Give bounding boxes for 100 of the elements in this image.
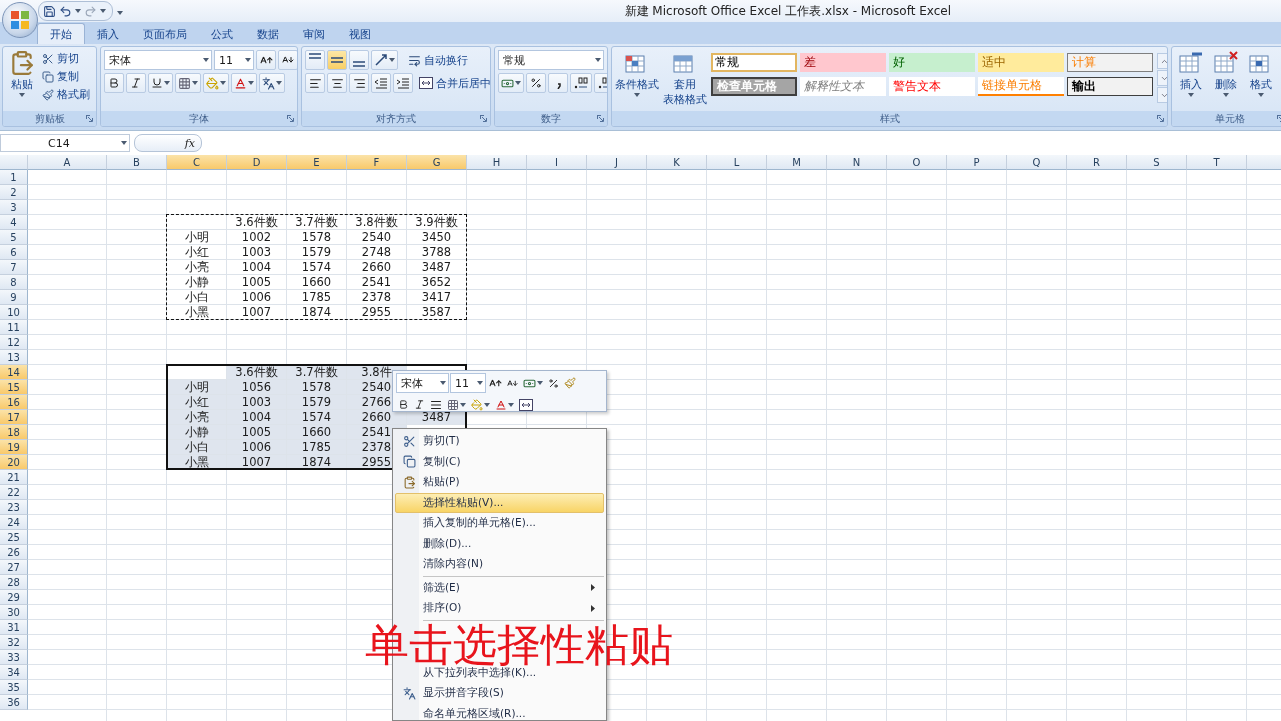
caret-icon[interactable] bbox=[595, 58, 601, 62]
row-header[interactable]: 6 bbox=[0, 245, 28, 260]
grow-font-button[interactable] bbox=[256, 50, 276, 70]
cells-command-button[interactable]: 格式 bbox=[1245, 50, 1276, 111]
more-button[interactable] bbox=[1157, 87, 1167, 103]
row-header[interactable]: 21 bbox=[0, 470, 28, 485]
row-header[interactable]: 34 bbox=[0, 665, 28, 680]
column-header[interactable]: C bbox=[167, 155, 227, 170]
paste-button[interactable]: 粘贴 bbox=[6, 50, 38, 111]
vertical-align-button[interactable] bbox=[349, 50, 369, 70]
ribbon-command[interactable]: 格式刷 bbox=[42, 86, 90, 103]
ribbon-tab[interactable]: 页面布局 bbox=[131, 24, 199, 44]
caret-icon[interactable] bbox=[634, 93, 640, 97]
percent-button[interactable] bbox=[526, 73, 546, 93]
menu-item[interactable]: 选择性粘贴(V)... bbox=[395, 492, 604, 513]
bold-button[interactable] bbox=[104, 73, 124, 93]
row-header[interactable]: 3 bbox=[0, 200, 28, 215]
caret-icon[interactable] bbox=[515, 81, 521, 85]
row-header[interactable]: 16 bbox=[0, 395, 28, 410]
font-size-field[interactable]: 11 bbox=[214, 50, 254, 70]
cells-command-button[interactable]: 删除 bbox=[1210, 50, 1241, 111]
row-header[interactable]: 2 bbox=[0, 185, 28, 200]
decimal-button[interactable] bbox=[570, 73, 592, 93]
font-name-field[interactable]: 宋体 bbox=[396, 373, 449, 393]
ribbon-tab[interactable]: 数据 bbox=[245, 24, 291, 44]
row-header[interactable]: 19 bbox=[0, 440, 28, 455]
cell-style[interactable]: 差 bbox=[800, 53, 886, 72]
row-header[interactable]: 28 bbox=[0, 575, 28, 590]
dialog-launcher-icon[interactable] bbox=[1157, 115, 1164, 122]
phonetic-button[interactable] bbox=[259, 73, 285, 93]
dialog-launcher-icon[interactable] bbox=[480, 115, 487, 122]
caret-icon[interactable] bbox=[508, 402, 514, 407]
fill-color-button[interactable] bbox=[203, 73, 229, 93]
caret-icon[interactable] bbox=[19, 93, 25, 97]
row-header[interactable]: 14 bbox=[0, 365, 28, 380]
menu-item[interactable]: 显示拼音字段(S) bbox=[395, 683, 604, 704]
row-header[interactable]: 36 bbox=[0, 695, 28, 710]
caret-icon[interactable] bbox=[75, 9, 81, 13]
row-header[interactable]: 10 bbox=[0, 305, 28, 320]
column-header[interactable]: H bbox=[467, 155, 527, 170]
caret-icon[interactable] bbox=[477, 381, 483, 385]
name-box[interactable]: C14 bbox=[0, 134, 130, 152]
cells-command-button[interactable]: 插入 bbox=[1175, 50, 1206, 111]
column-header[interactable]: J bbox=[587, 155, 647, 170]
caret-icon[interactable] bbox=[203, 58, 209, 62]
ribbon-tab[interactable]: 插入 bbox=[85, 24, 131, 44]
vertical-align-button[interactable] bbox=[305, 50, 325, 70]
save-icon[interactable] bbox=[43, 4, 56, 18]
ribbon-command[interactable]: 剪切 bbox=[42, 50, 90, 67]
cell-style[interactable]: 输出 bbox=[1067, 77, 1153, 96]
caret-icon[interactable] bbox=[484, 402, 490, 407]
currency-button[interactable] bbox=[498, 73, 524, 93]
font-color-button[interactable] bbox=[231, 73, 257, 93]
number-format-field[interactable]: 常规 bbox=[498, 50, 604, 70]
shrink-font-button[interactable] bbox=[278, 50, 297, 70]
ribbon-tab[interactable]: 开始 bbox=[37, 23, 85, 44]
row-header[interactable]: 31 bbox=[0, 620, 28, 635]
cell-style[interactable]: 常规 bbox=[711, 53, 797, 72]
caret-icon[interactable] bbox=[220, 81, 226, 85]
column-header[interactable]: E bbox=[287, 155, 347, 170]
column-header[interactable]: S bbox=[1127, 155, 1187, 170]
column-header[interactable]: O bbox=[887, 155, 947, 170]
italic-button[interactable] bbox=[126, 73, 146, 93]
cell-style[interactable]: 解释性文本 bbox=[800, 77, 886, 96]
column-header[interactable]: P bbox=[947, 155, 1007, 170]
column-header[interactable]: A bbox=[28, 155, 107, 170]
caret-icon[interactable] bbox=[1187, 93, 1194, 97]
dialog-launcher-icon[interactable] bbox=[287, 115, 294, 122]
menu-item[interactable]: 插入复制的单元格(E)... bbox=[395, 513, 604, 534]
row-header[interactable]: 1 bbox=[0, 170, 28, 185]
dialog-launcher-icon[interactable] bbox=[597, 115, 604, 122]
menu-item[interactable]: 删除(D)... bbox=[395, 533, 604, 554]
caret-icon[interactable] bbox=[537, 381, 543, 385]
menu-item[interactable]: 筛选(E) bbox=[395, 577, 604, 598]
vertical-align-button[interactable] bbox=[327, 50, 347, 70]
row-header[interactable]: 17 bbox=[0, 410, 28, 425]
caret-icon[interactable] bbox=[389, 58, 395, 62]
caret-icon[interactable] bbox=[164, 81, 170, 85]
row-header[interactable]: 18 bbox=[0, 425, 28, 440]
menu-item[interactable]: 排序(O) bbox=[395, 598, 604, 619]
row-header[interactable]: 33 bbox=[0, 650, 28, 665]
row-header[interactable]: 13 bbox=[0, 350, 28, 365]
merge-center-button[interactable]: 合并后居中 bbox=[419, 74, 490, 92]
column-header[interactable]: M bbox=[767, 155, 827, 170]
column-header[interactable]: Q bbox=[1007, 155, 1067, 170]
align-right-button[interactable] bbox=[349, 73, 369, 93]
column-header[interactable]: K bbox=[647, 155, 707, 170]
cell-style[interactable]: 好 bbox=[889, 53, 975, 72]
wrap-text-button[interactable]: 自动换行 bbox=[408, 51, 468, 69]
caret-icon[interactable] bbox=[121, 141, 127, 145]
dialog-launcher-icon[interactable] bbox=[86, 115, 93, 122]
menu-item[interactable]: 粘贴(P) bbox=[395, 472, 604, 493]
row-header[interactable]: 35 bbox=[0, 680, 28, 695]
row-header[interactable]: 29 bbox=[0, 590, 28, 605]
row-header[interactable]: 7 bbox=[0, 260, 28, 275]
ribbon-tab[interactable]: 审阅 bbox=[291, 24, 337, 44]
caret-icon[interactable] bbox=[276, 81, 282, 85]
align-center-button[interactable] bbox=[327, 73, 347, 93]
row-header[interactable]: 32 bbox=[0, 635, 28, 650]
row-header[interactable]: 30 bbox=[0, 605, 28, 620]
